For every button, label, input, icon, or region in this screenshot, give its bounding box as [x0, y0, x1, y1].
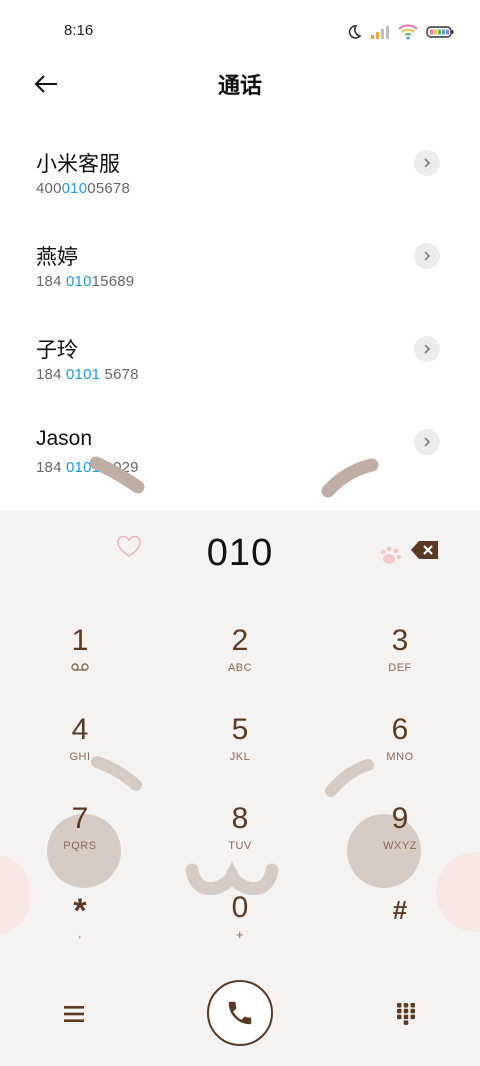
call-button[interactable]	[207, 980, 273, 1046]
status-icons	[346, 22, 454, 42]
dial-input[interactable]: 010	[0, 532, 480, 575]
contact-row[interactable]: Jason 184 0101 0029	[0, 407, 480, 500]
page-title: 通话	[217, 73, 262, 98]
phone-icon	[228, 1001, 252, 1025]
theme-decoration	[321, 458, 379, 498]
backspace-button[interactable]	[410, 540, 444, 566]
menu-button[interactable]	[58, 998, 90, 1030]
status-bar: 8:16	[0, 0, 480, 62]
contact-name: Jason	[36, 427, 93, 450]
keypad-toggle-button[interactable]	[390, 998, 422, 1030]
dial-key-3[interactable]: 3 DEF	[330, 624, 470, 704]
dial-key-0[interactable]: 0 +	[170, 891, 310, 971]
dial-key-8[interactable]: 8 TUV	[170, 802, 310, 882]
signal-icon	[371, 26, 389, 39]
dialer-bottom-bar	[0, 978, 480, 1066]
chevron-right-icon	[424, 251, 431, 261]
status-time: 8:16	[64, 22, 94, 39]
contact-detail-button[interactable]	[414, 336, 440, 362]
moon-icon	[348, 25, 362, 39]
contact-name: 小米客服	[36, 153, 120, 176]
contact-row[interactable]: 小米客服 40001005678	[0, 128, 480, 221]
dial-key-4[interactable]: 4 GHI	[10, 713, 150, 793]
contact-name: 燕婷	[36, 246, 78, 269]
menu-icon	[64, 1006, 84, 1022]
dial-key-1[interactable]: 1	[10, 624, 150, 704]
contact-detail-button[interactable]	[414, 150, 440, 176]
contact-number: 40001005678	[36, 180, 130, 197]
dial-key-6[interactable]: 6 MNO	[330, 713, 470, 793]
dial-key-star[interactable]: * ,	[10, 894, 150, 974]
theme-decoration	[90, 456, 145, 494]
contact-number: 184 0101 5678	[36, 366, 139, 383]
backspace-icon	[411, 541, 438, 559]
keypad-icon	[397, 1003, 415, 1025]
voicemail-icon	[71, 663, 89, 671]
chevron-right-icon	[424, 158, 431, 168]
wifi-icon	[398, 24, 418, 40]
header: 通话	[0, 62, 480, 106]
dialpad: 010 1 2 ABC 3 DEF 4 GHI 5 JKL 6 MNO 7 PQ…	[0, 510, 480, 1066]
contact-row[interactable]: 子玲 184 0101 5678	[0, 314, 480, 407]
dial-key-9[interactable]: 9 WXYZ	[330, 802, 470, 882]
dial-key-7[interactable]: 7 PQRS	[10, 802, 150, 882]
battery-icon	[426, 26, 454, 38]
dial-key-5[interactable]: 5 JKL	[170, 713, 310, 793]
contact-number: 184 01015689	[36, 273, 135, 290]
dial-key-hash[interactable]: #	[330, 893, 470, 973]
chevron-right-icon	[424, 344, 431, 354]
contact-detail-button[interactable]	[414, 243, 440, 269]
contact-list: 小米客服 40001005678 燕婷 184 01015689 子玲 184 …	[0, 128, 480, 500]
contact-name: 子玲	[36, 339, 78, 362]
dial-key-2[interactable]: 2 ABC	[170, 624, 310, 704]
contact-detail-button[interactable]	[414, 429, 440, 455]
contact-row[interactable]: 燕婷 184 01015689	[0, 221, 480, 314]
chevron-right-icon	[424, 437, 431, 447]
